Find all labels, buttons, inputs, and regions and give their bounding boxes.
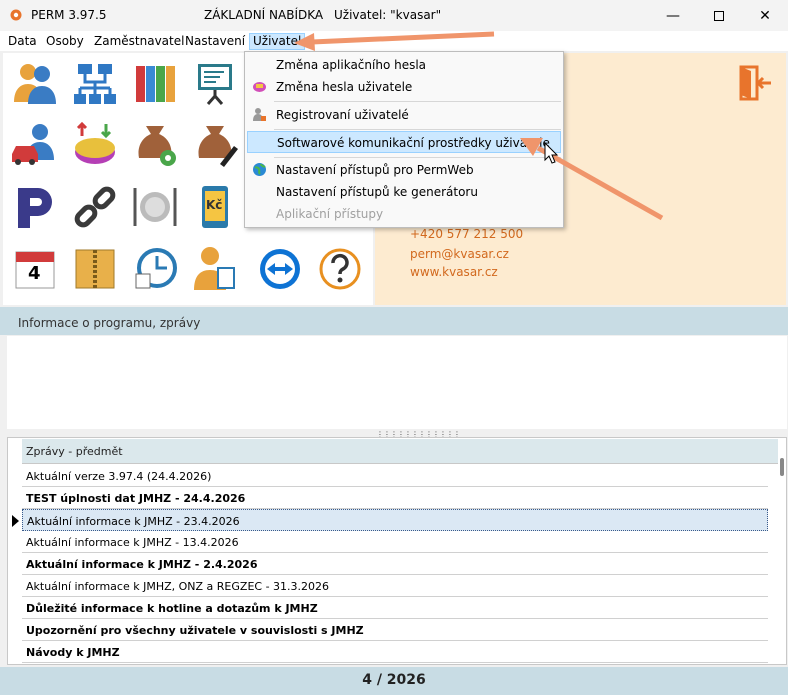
presentation-icon[interactable] — [190, 58, 240, 108]
menu-osoby[interactable]: Osoby — [43, 33, 87, 50]
menu-item-app-access-disabled: Aplikační přístupy — [247, 203, 561, 225]
persons-icon[interactable] — [10, 58, 60, 108]
message-subject: Návody k JMHZ — [26, 646, 120, 659]
menu-item-generator-access[interactable]: Nastavení přístupů ke generátoru — [247, 181, 561, 203]
binders-icon[interactable] — [130, 58, 180, 108]
info-section-title: Informace o programu, zprávy — [18, 316, 201, 330]
column-header-label: Zprávy - předmět — [26, 445, 123, 458]
menu-bar: Data Osoby Zaměstnavatel Nastavení Uživa… — [0, 31, 788, 51]
message-subject: Aktuální verze 3.97.4 (24.4.2026) — [26, 470, 212, 483]
perm-logo-icon[interactable] — [10, 182, 60, 232]
tablet-kc-text: Kč — [206, 198, 223, 212]
message-subject: Upozornění pro všechny uživatele v souvi… — [26, 624, 364, 637]
row-pointer-icon — [12, 515, 19, 527]
zipper-box-icon[interactable] — [70, 244, 120, 294]
calendar-day-text: 4 — [28, 263, 41, 284]
money-bag-pen-icon[interactable] — [190, 120, 240, 170]
vertical-scrollbar[interactable] — [780, 439, 786, 663]
menu-separator — [274, 101, 561, 102]
message-row[interactable]: Aktuální informace k JMHZ, ONZ a REGZEC … — [22, 575, 768, 597]
info-text-area — [7, 336, 787, 429]
message-row[interactable]: TEST úplnosti dat JMHZ - 24.4.2026 — [22, 487, 768, 509]
app-title: PERM 3.97.5 — [31, 8, 107, 22]
person-document-icon[interactable] — [190, 244, 240, 294]
messages-column-header[interactable]: Zprávy - předmět — [22, 439, 778, 464]
contact-email[interactable]: perm@kvasar.cz — [410, 247, 509, 261]
plate-cutlery-icon[interactable] — [130, 182, 180, 232]
users-lock-icon — [253, 108, 266, 121]
app-gear-icon — [10, 9, 22, 21]
chain-icon[interactable] — [70, 182, 120, 232]
message-row[interactable]: Aktuální verze 3.97.4 (24.4.2026) — [22, 465, 768, 487]
minimize-button[interactable]: — — [650, 0, 696, 31]
transfer-icon[interactable] — [70, 120, 120, 170]
exit-door-icon[interactable] — [737, 65, 773, 101]
message-subject: Aktuální informace k JMHZ, ONZ a REGZEC … — [26, 580, 330, 593]
message-subject: Aktuální informace k JMHZ - 23.4.2026 — [27, 515, 240, 528]
menu-item-label: Změna aplikačního hesla — [276, 58, 427, 72]
menu-item-permweb-access[interactable]: Nastavení přístupů pro PermWeb — [247, 159, 561, 181]
menu-separator — [274, 157, 561, 158]
menu-item-label: Nastavení přístupů pro PermWeb — [276, 163, 474, 177]
message-row[interactable]: Důležité informace k hotline a dotazům k… — [22, 597, 768, 619]
menu-item-change-app-password[interactable]: Změna aplikačního hesla — [247, 54, 561, 76]
contact-web[interactable]: www.kvasar.cz — [410, 265, 498, 279]
money-bag-gear-icon[interactable] — [130, 120, 180, 170]
menu-zamestnavatel[interactable]: Zaměstnavatel — [91, 33, 187, 50]
message-row[interactable]: Návody k JMHZ — [22, 641, 768, 663]
status-bar: 4 / 2026 — [0, 667, 788, 695]
message-subject: TEST úplnosti dat JMHZ - 24.4.2026 — [26, 492, 246, 505]
menu-uzivatel[interactable]: Uživatel — [249, 33, 306, 50]
globe-icon — [253, 163, 266, 176]
menu-item-label: Aplikační přístupy — [276, 207, 384, 221]
message-row-selected[interactable]: Aktuální informace k JMHZ - 23.4.2026 — [22, 509, 768, 531]
menu-item-label: Softwarové komunikační prostředky uživat… — [277, 136, 550, 150]
message-row[interactable]: Aktuální informace k JMHZ - 13.4.2026 — [22, 531, 768, 553]
maximize-button[interactable] — [696, 0, 742, 31]
help-icon[interactable] — [315, 244, 365, 294]
close-button[interactable]: ✕ — [742, 0, 788, 31]
menu-item-label: Registrovaní uživatelé — [276, 108, 409, 122]
user-title: Uživatel: "kvasar" — [334, 8, 442, 22]
menu-nastaveni[interactable]: Nastavení — [182, 33, 248, 50]
title-bar: PERM 3.97.5 ZÁKLADNÍ NABÍDKA Uživatel: "… — [0, 0, 788, 31]
message-row[interactable]: Aktuální informace k JMHZ - 2.4.2026 — [22, 553, 768, 575]
maximize-icon — [714, 10, 724, 21]
menu-data[interactable]: Data — [5, 33, 40, 50]
menu-item-registered-users[interactable]: Registrovaní uživatelé — [247, 104, 561, 126]
message-row[interactable]: Upozornění pro všechny uživatele v souvi… — [22, 619, 768, 641]
clock-calendar-icon[interactable] — [130, 244, 180, 294]
message-subject: Aktuální informace k JMHZ - 2.4.2026 — [26, 558, 258, 571]
window-title: ZÁKLADNÍ NABÍDKA — [204, 8, 324, 22]
message-subject: Důležité informace k hotline a dotazům k… — [26, 602, 318, 615]
minimize-icon: — — [666, 7, 680, 24]
teamviewer-icon[interactable] — [255, 244, 305, 294]
menu-item-software-communication[interactable]: Softwarové komunikační prostředky uživat… — [247, 131, 561, 153]
uzivatel-dropdown-menu: Změna aplikačního hesla Změna hesla uživ… — [244, 51, 564, 228]
tablet-kc-icon[interactable]: Kč — [190, 182, 240, 232]
calendar-icon[interactable]: 4 — [10, 244, 60, 294]
menu-item-label: Změna hesla uživatele — [276, 80, 413, 94]
scrollbar-thumb[interactable] — [780, 458, 784, 476]
org-structure-icon[interactable] — [70, 58, 120, 108]
messages-grid: Zprávy - předmět Aktuální verze 3.97.4 (… — [7, 437, 787, 665]
person-car-icon[interactable] — [10, 120, 60, 170]
contact-phone: +420 577 212 500 — [410, 227, 524, 241]
period-label: 4 / 2026 — [362, 672, 426, 688]
password-icon — [253, 82, 266, 92]
menu-item-change-user-password[interactable]: Změna hesla uživatele — [247, 76, 561, 98]
menu-item-label: Nastavení přístupů ke generátoru — [276, 185, 478, 199]
close-icon: ✕ — [759, 7, 771, 24]
message-subject: Aktuální informace k JMHZ - 13.4.2026 — [26, 536, 239, 549]
menu-separator — [274, 129, 561, 130]
info-section-header: Informace o programu, zprávy — [0, 307, 788, 335]
